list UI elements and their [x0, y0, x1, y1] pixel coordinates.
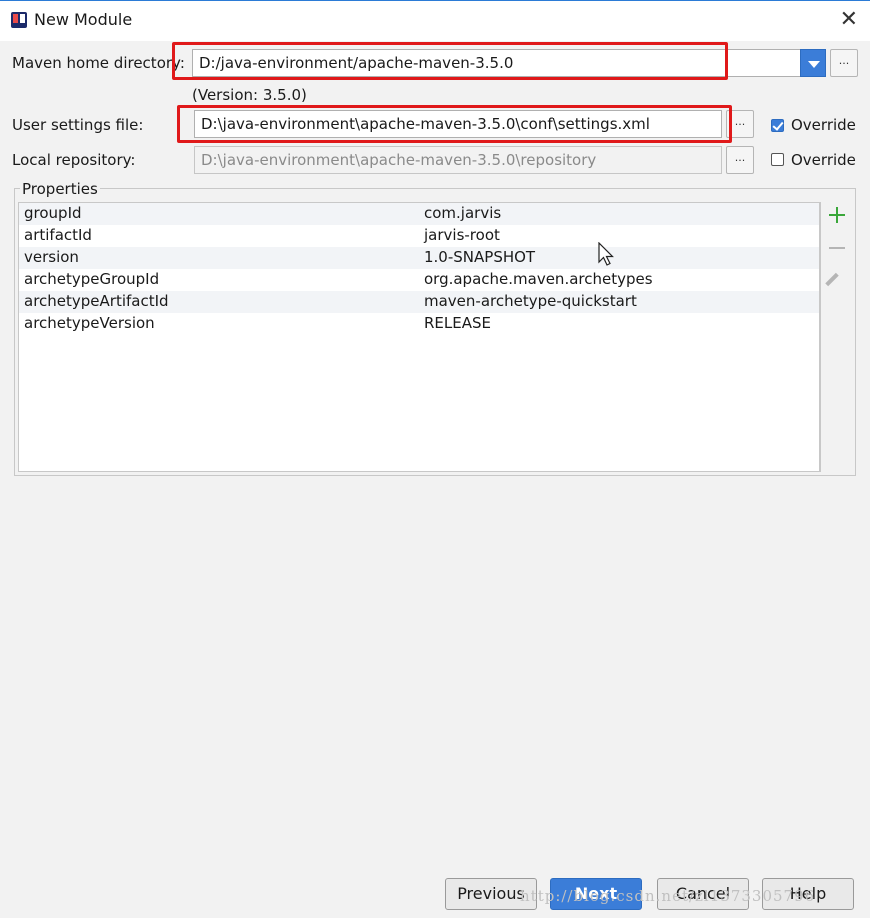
property-key: archetypeVersion [24, 314, 155, 332]
table-row[interactable]: archetypeVersion RELEASE [19, 313, 819, 335]
property-key: groupId [24, 204, 82, 222]
property-value: com.jarvis [424, 204, 502, 222]
property-key: version [24, 248, 79, 266]
local-repo-field[interactable]: D:\java-environment\apache-maven-3.5.0\r… [194, 146, 722, 174]
local-repo-browse-button[interactable]: ... [726, 146, 754, 174]
local-repo-override-label: Override [791, 151, 856, 169]
table-row[interactable]: version 1.0-SNAPSHOT [19, 247, 819, 269]
table-row[interactable]: archetypeGroupId org.apache.maven.archet… [19, 269, 819, 291]
property-value: RELEASE [424, 314, 491, 332]
window-title: New Module [34, 10, 133, 29]
properties-title: Properties [20, 180, 100, 198]
remove-icon[interactable] [829, 247, 845, 249]
highlight-box-maven-home [172, 42, 728, 80]
property-value: 1.0-SNAPSHOT [424, 248, 536, 266]
table-row[interactable]: groupId com.jarvis [19, 203, 819, 225]
property-value: maven-archetype-quickstart [424, 292, 637, 310]
property-key: archetypeGroupId [24, 270, 160, 288]
edit-icon[interactable] [825, 272, 839, 287]
local-repo-label: Local repository: [12, 151, 136, 169]
intellij-app-icon [11, 12, 27, 28]
mouse-cursor-icon [598, 242, 614, 266]
property-value: org.apache.maven.archetypes [424, 270, 653, 288]
property-key: artifactId [24, 226, 92, 244]
user-settings-label: User settings file: [12, 116, 144, 134]
property-value: jarvis-root [424, 226, 500, 244]
properties-table: groupId com.jarvis artifactId jarvis-roo… [18, 202, 820, 472]
properties-toolbar [820, 202, 852, 472]
user-settings-override-checkbox[interactable] [771, 119, 784, 132]
table-row[interactable]: artifactId jarvis-root [19, 225, 819, 247]
highlight-box-user-settings [177, 105, 732, 143]
maven-home-label: Maven home directory: [12, 54, 185, 72]
watermark-text: http://blog.csdn.net/zl1373305796 [520, 887, 816, 905]
table-row[interactable]: archetypeArtifactId maven-archetype-quic… [19, 291, 819, 313]
maven-version-note: (Version: 3.5.0) [192, 86, 307, 104]
chevron-down-icon[interactable] [800, 49, 826, 77]
add-icon[interactable] [828, 206, 846, 224]
title-bar: New Module ✕ [0, 0, 870, 41]
user-settings-override-label: Override [791, 116, 856, 134]
property-key: archetypeArtifactId [24, 292, 169, 310]
close-icon[interactable]: ✕ [840, 7, 858, 33]
local-repo-override-checkbox[interactable] [771, 153, 784, 166]
maven-home-browse-button[interactable]: ... [830, 49, 858, 77]
